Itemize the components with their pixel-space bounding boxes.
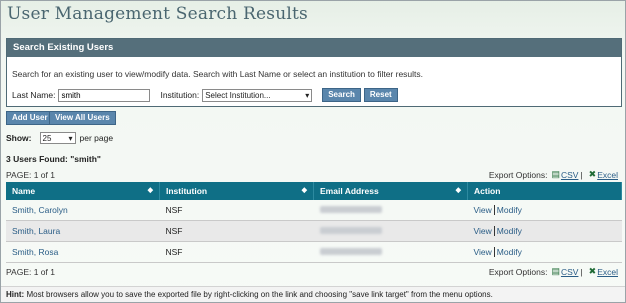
search-panel-header: Search Existing Users — [7, 39, 621, 57]
modify-link[interactable]: Modify — [497, 205, 522, 215]
user-name-link[interactable]: Smith, Carolyn — [12, 205, 68, 215]
institution-select[interactable]: Select Institution... ▾ — [202, 88, 313, 102]
view-all-users-button[interactable]: View All Users — [49, 111, 116, 125]
export-excel-link[interactable]: Excel — [597, 267, 618, 277]
last-name-input[interactable] — [58, 88, 151, 102]
per-page-suffix: per page — [79, 133, 114, 143]
export-excel-link[interactable]: Excel — [597, 170, 618, 180]
user-name-link[interactable]: Smith, Rosa — [12, 247, 58, 257]
institution-label: Institution: — [160, 90, 200, 100]
export-separator: | — [580, 266, 583, 277]
add-user-button[interactable]: Add User — [6, 111, 54, 125]
export-label: Export Options: — [488, 266, 548, 277]
hint-label: Hint: — [6, 290, 25, 299]
search-description: Search for an existing user to view/modi… — [12, 69, 424, 79]
search-button[interactable]: Search — [322, 88, 361, 102]
table-row: Smith, Carolyn NSF View Modify — [6, 200, 622, 221]
email-redacted — [319, 248, 382, 255]
page-info-top: PAGE: 1 of 1 — [6, 170, 55, 180]
view-link[interactable]: View — [474, 205, 492, 215]
csv-file-icon: ▤ — [551, 266, 560, 276]
export-label: Export Options: — [488, 169, 548, 180]
export-csv-link[interactable]: CSV — [561, 267, 578, 277]
page-info-bottom: PAGE: 1 of 1 — [6, 267, 55, 277]
per-page-value: 25 — [42, 133, 52, 143]
column-header-action: Action — [467, 182, 622, 200]
export-options-top: Export Options: ▤ CSV | ✖ Excel — [489, 169, 618, 180]
export-options-bottom: Export Options: ▤ CSV | ✖ Excel — [489, 266, 618, 277]
hint-text: Most browsers allow you to save the expo… — [26, 290, 493, 299]
chevron-down-icon: ▾ — [305, 90, 310, 100]
per-page-control: Show: 25 ▾ per page — [6, 132, 113, 144]
sort-arrows-icon: ◆ — [455, 187, 461, 194]
email-redacted — [319, 227, 382, 234]
excel-file-icon: ✖ — [588, 169, 597, 179]
table-row: Smith, Laura NSF View Modify — [6, 220, 622, 242]
view-link[interactable]: View — [474, 247, 492, 257]
institution-cell: NSF — [159, 241, 314, 263]
modify-link[interactable]: Modify — [497, 226, 522, 236]
export-csv-link[interactable]: CSV — [561, 170, 578, 180]
csv-file-icon: ▤ — [551, 169, 560, 179]
chevron-down-icon: ▾ — [68, 133, 73, 143]
view-link[interactable]: View — [474, 226, 492, 236]
show-label: Show: — [6, 133, 32, 143]
institution-selected-value: Select Institution... — [205, 90, 271, 100]
search-row: Last Name: Institution: Select Instituti… — [12, 88, 398, 102]
column-header-email[interactable]: Email Address ◆ — [313, 182, 468, 200]
hint-bar: Hint: Most browsers allow you to save th… — [1, 286, 625, 302]
results-table: Name ◆ Institution ◆ Email Address ◆ Action… — [6, 182, 622, 263]
institution-cell: NSF — [159, 220, 314, 242]
page-title: User Management Search Results — [7, 4, 308, 24]
column-header-institution[interactable]: Institution ◆ — [159, 182, 314, 200]
results-count: 3 Users Found: "smith" — [6, 154, 101, 164]
sort-arrows-icon: ◆ — [301, 187, 307, 194]
reset-button[interactable]: Reset — [363, 88, 398, 102]
column-header-name[interactable]: Name ◆ — [6, 182, 160, 200]
per-page-select[interactable]: 25 ▾ — [39, 132, 76, 144]
institution-cell: NSF — [159, 200, 314, 221]
search-panel: Search Existing Users Search for an exis… — [6, 38, 622, 107]
user-name-link[interactable]: Smith, Laura — [12, 226, 60, 236]
export-separator: | — [580, 169, 583, 180]
email-redacted — [319, 206, 382, 213]
last-name-label: Last Name: — [12, 90, 56, 100]
excel-file-icon: ✖ — [588, 266, 597, 276]
sort-arrows-icon: ◆ — [147, 187, 153, 194]
table-header-row: Name ◆ Institution ◆ Email Address ◆ Action — [6, 182, 622, 200]
modify-link[interactable]: Modify — [497, 247, 522, 257]
table-row: Smith, Rosa NSF View Modify — [6, 241, 622, 263]
